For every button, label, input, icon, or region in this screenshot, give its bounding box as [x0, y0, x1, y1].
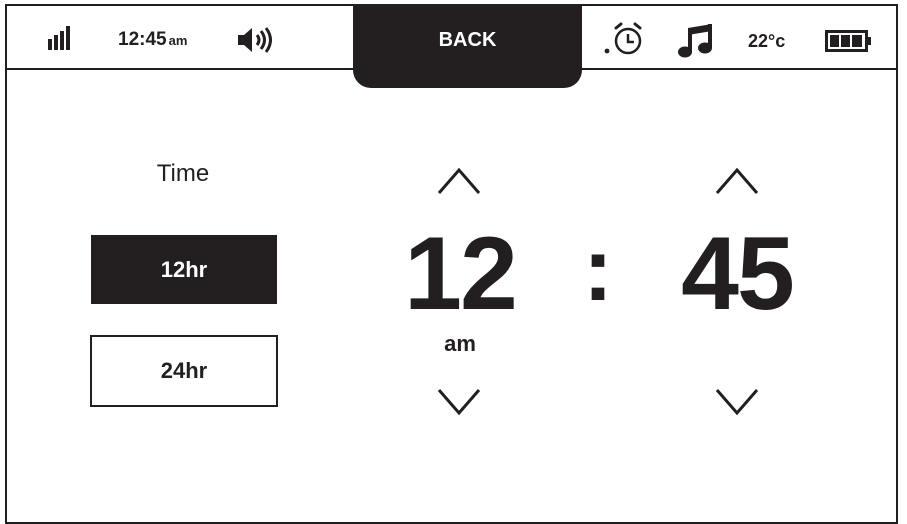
speaker-icon[interactable]: [236, 26, 276, 54]
time-separator: :: [583, 220, 613, 320]
back-button[interactable]: BACK: [353, 4, 582, 88]
hour-value: 12: [404, 216, 518, 332]
temperature: 22°c: [748, 31, 786, 51]
format-24hr-button[interactable]: 24hr: [90, 335, 278, 407]
status-time: 12:45 am: [118, 28, 187, 53]
signal-icon: [48, 26, 74, 50]
music-icon[interactable]: [678, 24, 716, 58]
status-time-period: am: [168, 33, 188, 48]
minute-down-chevron-icon[interactable]: [714, 387, 760, 417]
battery-icon: [825, 30, 873, 52]
alarm-icon[interactable]: [604, 22, 644, 56]
minute-up-chevron-icon[interactable]: [714, 166, 760, 196]
hour-down-chevron-icon[interactable]: [436, 387, 482, 417]
status-time-value: 12:45: [118, 29, 167, 50]
time-format-label: Time: [156, 160, 210, 187]
minute-value: 45: [681, 216, 795, 332]
hour-up-chevron-icon[interactable]: [436, 166, 482, 196]
format-12hr-button[interactable]: 12hr: [91, 235, 277, 304]
am-pm-toggle[interactable]: am: [428, 330, 492, 358]
